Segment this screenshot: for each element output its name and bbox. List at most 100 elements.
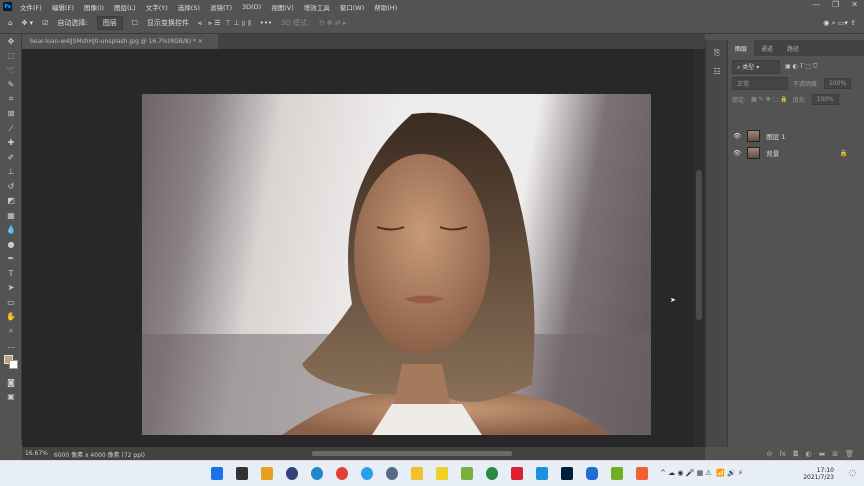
- dodge-tool-icon[interactable]: ●: [0, 237, 22, 252]
- color-swatches[interactable]: [0, 353, 22, 375]
- group-icon[interactable]: ▬: [819, 450, 826, 458]
- layer-filter-dropdown[interactable]: ⌕ 类型 ▾: [732, 60, 780, 74]
- layer-row[interactable]: 👁 图层 1: [728, 127, 864, 144]
- learn-icon[interactable]: ◉: [823, 19, 829, 27]
- file-explorer-icon[interactable]: [411, 467, 423, 480]
- menu-3d[interactable]: 3D(D): [242, 3, 261, 11]
- menu-image[interactable]: 图像(I): [84, 2, 104, 12]
- vertical-scroll-thumb[interactable]: [696, 170, 702, 320]
- new-layer-icon[interactable]: ⊞: [832, 450, 838, 458]
- menu-file[interactable]: 文件(F): [20, 2, 42, 12]
- app-icon[interactable]: [236, 467, 248, 480]
- edge-icon[interactable]: [311, 467, 323, 480]
- visibility-eye-icon[interactable]: 👁: [733, 149, 741, 157]
- adjustments-panel-icon[interactable]: ☷: [706, 65, 728, 80]
- close-tab-icon[interactable]: ×: [198, 38, 203, 45]
- path-select-tool-icon[interactable]: ➤: [0, 281, 22, 296]
- horizontal-scroll-thumb[interactable]: [312, 451, 512, 456]
- app-icon[interactable]: [536, 467, 548, 480]
- history-brush-icon[interactable]: ↺: [0, 179, 22, 194]
- camtasia-icon[interactable]: [611, 467, 623, 480]
- show-transform-checkbox[interactable]: ☐: [132, 19, 138, 27]
- chrome-icon[interactable]: [336, 467, 348, 480]
- photoshop-taskbar-icon[interactable]: [561, 467, 573, 480]
- move-tool-icon[interactable]: ✥ ▾: [21, 19, 33, 27]
- tab-channels[interactable]: 通道: [754, 40, 780, 56]
- align-icons[interactable]: ⫷ ⫶ ⫸ ☰ ⊤ ⊥ ⫫ ⫴: [198, 19, 251, 28]
- menu-filter[interactable]: 滤镜(T): [210, 2, 232, 12]
- lasso-tool-icon[interactable]: ➰: [0, 63, 22, 78]
- recorder-icon[interactable]: [636, 467, 648, 480]
- layer-row[interactable]: 👁 背景 🔒: [728, 144, 864, 161]
- clock[interactable]: 17:10 2021/7/23: [803, 467, 834, 481]
- zoom-level[interactable]: 16.67%: [25, 450, 48, 460]
- app-icon[interactable]: [261, 467, 273, 480]
- menu-layer[interactable]: 图层(L): [114, 2, 136, 12]
- zoom-tool-icon[interactable]: ⌕: [0, 324, 22, 339]
- stamp-tool-icon[interactable]: ⊥: [0, 165, 22, 180]
- menu-plugins[interactable]: 增效工具: [304, 2, 330, 12]
- link-icon[interactable]: ⊖: [766, 450, 772, 458]
- app-icon[interactable]: [436, 467, 448, 480]
- adjustment-icon[interactable]: ◐: [806, 450, 812, 458]
- start-icon[interactable]: [211, 467, 223, 480]
- tab-layers[interactable]: 图层: [728, 40, 755, 56]
- blend-mode-dropdown[interactable]: 正常: [732, 76, 788, 90]
- tab-paths[interactable]: 路径: [780, 40, 806, 56]
- auto-select-checkbox[interactable]: ☑: [42, 19, 48, 27]
- menu-view[interactable]: 视图(V): [271, 2, 294, 12]
- menu-help[interactable]: 帮助(H): [374, 2, 397, 12]
- document-info[interactable]: 6000 像素 x 4000 像素 (72 ppi): [54, 450, 145, 460]
- menu-window[interactable]: 窗口(W): [340, 2, 365, 12]
- visibility-eye-icon[interactable]: 👁: [733, 132, 741, 140]
- shape-tool-icon[interactable]: ▭: [0, 295, 22, 310]
- workspace-icon[interactable]: ▭▾: [838, 19, 848, 27]
- screen-mode-icon[interactable]: ▣: [0, 390, 22, 405]
- more-tools-icon[interactable]: …: [0, 339, 22, 354]
- settings-icon[interactable]: [386, 467, 398, 480]
- app-icon[interactable]: [286, 467, 298, 480]
- marquee-tool-icon[interactable]: ⬚: [0, 49, 22, 64]
- eyedropper-tool-icon[interactable]: ⁄: [0, 121, 22, 136]
- notification-icon[interactable]: ◌: [849, 468, 856, 477]
- mask-icon[interactable]: ◘: [793, 450, 799, 458]
- hand-tool-icon[interactable]: ✋: [0, 310, 22, 325]
- gradient-tool-icon[interactable]: ▦: [0, 208, 22, 223]
- app-icon[interactable]: [361, 467, 373, 480]
- blur-tool-icon[interactable]: 💧: [0, 223, 22, 238]
- pen-tool-icon[interactable]: ✒: [0, 252, 22, 267]
- document-tab[interactable]: bear-loan-w4lJSMshHJ0-unsplash.jpg @ 16.…: [22, 34, 218, 49]
- menu-edit[interactable]: 编辑(E): [52, 2, 74, 12]
- frame-tool-icon[interactable]: ⊠: [0, 107, 22, 122]
- filter-icons[interactable]: ▣ ◐ T ⬚ ⛉: [785, 63, 817, 71]
- menu-select[interactable]: 选择(S): [178, 2, 200, 12]
- app-icon[interactable]: [461, 467, 473, 480]
- document-image[interactable]: [142, 94, 651, 435]
- lock-icons[interactable]: ▦ ✎ ✥ ⬚ 🔒: [751, 96, 788, 103]
- minimize-icon[interactable]: —: [812, 0, 820, 9]
- more-options-button[interactable]: •••: [260, 19, 272, 27]
- menu-type[interactable]: 文字(Y): [146, 2, 168, 12]
- history-panel-icon[interactable]: ⎘: [706, 46, 728, 61]
- delete-icon[interactable]: 🗑: [845, 450, 854, 458]
- opacity-field[interactable]: 100%: [824, 77, 852, 89]
- crop-tool-icon[interactable]: ⌗: [0, 92, 22, 107]
- search-icon[interactable]: ⌕: [832, 19, 836, 27]
- eraser-tool-icon[interactable]: ◩: [0, 194, 22, 209]
- type-tool-icon[interactable]: T: [0, 266, 22, 281]
- fill-field[interactable]: 100%: [811, 93, 839, 105]
- fx-icon[interactable]: fx: [779, 450, 786, 458]
- app-icon[interactable]: [586, 467, 598, 480]
- system-tray-icons[interactable]: ^ ☁ ◉ 🎤 ▦ ⚠ 📶 🔊 ⚡: [660, 469, 743, 477]
- quick-select-tool-icon[interactable]: ✎: [0, 78, 22, 93]
- app-icon[interactable]: [486, 467, 498, 480]
- move-tool-icon[interactable]: ✥: [0, 34, 22, 49]
- auto-select-dropdown[interactable]: 图层: [96, 16, 123, 30]
- home-icon[interactable]: ⌂: [8, 19, 12, 27]
- 3d-icons[interactable]: ⟲ ✥ ⇄ ▸: [319, 19, 347, 27]
- close-icon[interactable]: ✕: [851, 0, 858, 9]
- share-icon[interactable]: ⇪: [850, 19, 856, 27]
- brush-tool-icon[interactable]: ✐: [0, 150, 22, 165]
- app-icon[interactable]: [511, 467, 523, 480]
- quick-mask-icon[interactable]: ◙: [0, 375, 22, 390]
